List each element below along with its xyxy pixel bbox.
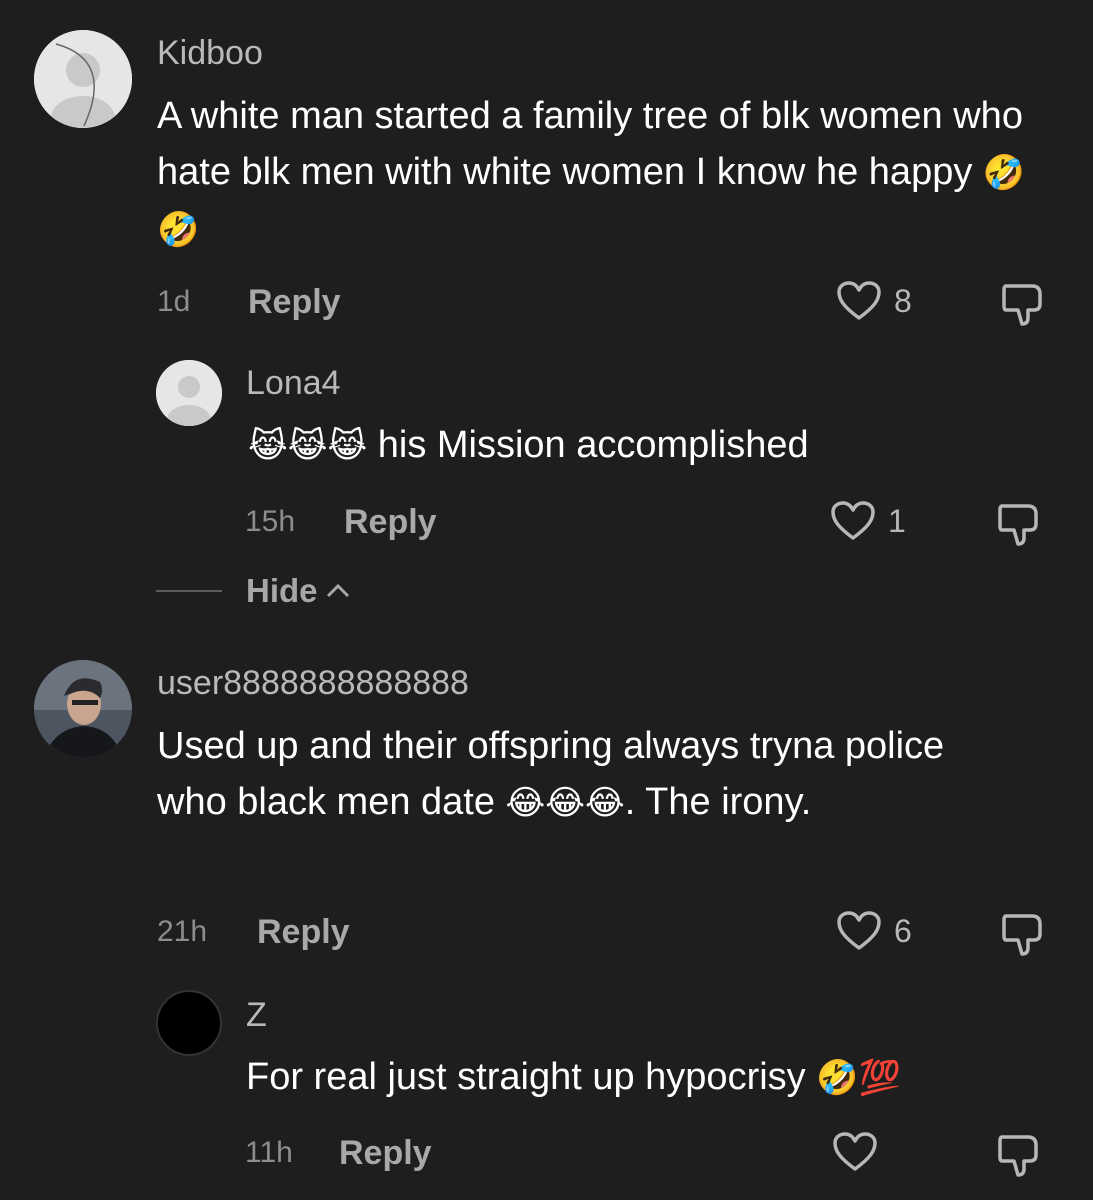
default-avatar-icon — [34, 30, 132, 128]
comment-timestamp: 1d — [157, 285, 191, 318]
heart-icon — [831, 501, 875, 540]
heart-icon — [837, 911, 881, 950]
profile-photo-icon — [34, 660, 132, 758]
comment-emoji: 😹😹😹 — [248, 427, 368, 465]
comment-body: A white man started a family tree of blk… — [157, 95, 1023, 193]
like-count: 8 — [894, 282, 912, 319]
like-button[interactable]: 8 — [836, 280, 912, 322]
dislike-icon[interactable] — [996, 1131, 1044, 1179]
hide-label: Hide — [246, 572, 318, 609]
hide-replies-button[interactable]: Hide — [156, 572, 352, 610]
comment-body: his Mission accomplished — [377, 424, 809, 466]
heart-icon — [833, 1132, 877, 1171]
reply-button[interactable]: Reply — [257, 913, 350, 952]
comment-emoji: 🤣💯 — [816, 1059, 901, 1097]
like-button[interactable]: 6 — [836, 910, 912, 952]
divider — [156, 590, 222, 592]
dislike-icon[interactable] — [1000, 280, 1048, 328]
like-count: 1 — [888, 502, 906, 539]
comment-username[interactable]: Z — [246, 996, 267, 1035]
comment-body-end: . The irony. — [624, 781, 812, 823]
avatar[interactable] — [34, 660, 132, 758]
comment-text: 😹😹😹 his Mission accomplished — [248, 417, 1048, 474]
comment-timestamp: 15h — [245, 505, 296, 538]
like-button[interactable]: 1 — [830, 500, 906, 542]
like-count: 6 — [894, 912, 912, 949]
avatar[interactable] — [34, 30, 132, 128]
reply-button[interactable]: Reply — [339, 1134, 432, 1173]
avatar[interactable] — [156, 990, 222, 1056]
comment-text: A white man started a family tree of blk… — [157, 88, 1057, 258]
comment-text: For real just straight up hypocrisy 🤣💯 — [246, 1049, 1066, 1106]
chevron-up-icon — [326, 583, 349, 598]
comment-text: Used up and their offspring always tryna… — [157, 718, 987, 831]
heart-icon — [837, 281, 881, 320]
like-button[interactable] — [832, 1131, 890, 1173]
dislike-icon[interactable] — [1000, 910, 1048, 958]
comment-username[interactable]: Kidboo — [157, 34, 263, 73]
reply-button[interactable]: Reply — [248, 283, 341, 322]
comment-timestamp: 11h — [245, 1136, 293, 1169]
comment-emoji: 😂😂😂 — [505, 784, 625, 822]
default-avatar-icon — [156, 360, 222, 426]
reply-button[interactable]: Reply — [344, 503, 437, 542]
comment-username[interactable]: user8888888888888 — [157, 664, 469, 703]
comment-body: For real just straight up hypocrisy — [246, 1056, 806, 1098]
dislike-icon[interactable] — [996, 500, 1044, 548]
comment-timestamp: 21h — [157, 915, 208, 948]
avatar[interactable] — [156, 360, 222, 426]
comment-username[interactable]: Lona4 — [246, 364, 341, 403]
